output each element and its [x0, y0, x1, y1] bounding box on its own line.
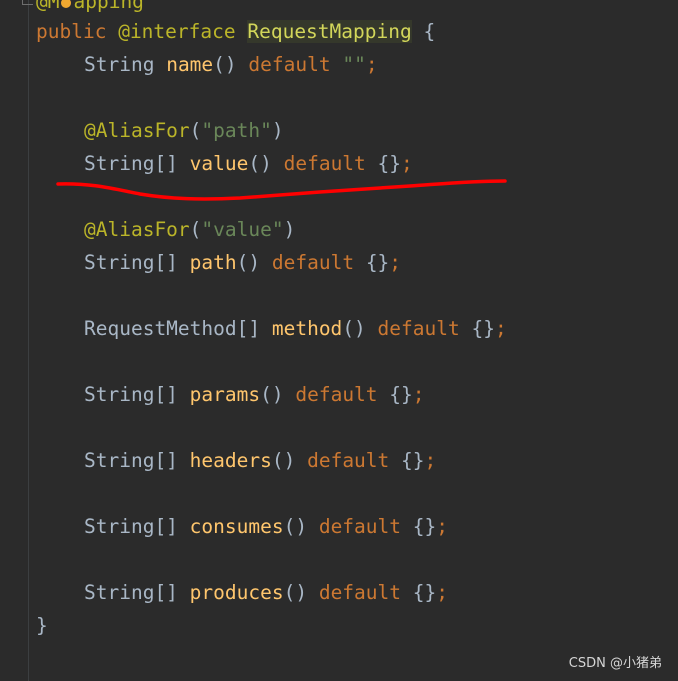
class-name[interactable]: RequestMapping: [247, 20, 412, 43]
code-line-close: }: [36, 614, 48, 637]
code-line-path: String[] path() default {};: [84, 251, 402, 274]
code-line-alias-path: @AliasFor("path"): [84, 119, 284, 142]
code-line-name: String name() default "";: [84, 53, 378, 76]
code-line-value: String[] value() default {};: [84, 152, 413, 175]
fold-marker-icon[interactable]: [22, 0, 33, 5]
lightbulb-icon[interactable]: [61, 0, 72, 8]
code-line-produces: String[] produces() default {};: [84, 581, 448, 604]
code-line-alias-value: @AliasFor("value"): [84, 218, 296, 241]
code-editor[interactable]: @M apping public @interface RequestMappin…: [36, 0, 678, 681]
editor-gutter: [28, 0, 29, 681]
code-line-consumes: String[] consumes() default {};: [84, 515, 448, 538]
watermark: CSDN @小猪弟: [568, 656, 662, 671]
code-line-method: RequestMethod[] method() default {};: [84, 317, 507, 340]
code-line-params: String[] params() default {};: [84, 383, 425, 406]
code-line-declaration: public @interface RequestMapping {: [36, 20, 436, 43]
code-line-headers: String[] headers() default {};: [84, 449, 437, 472]
